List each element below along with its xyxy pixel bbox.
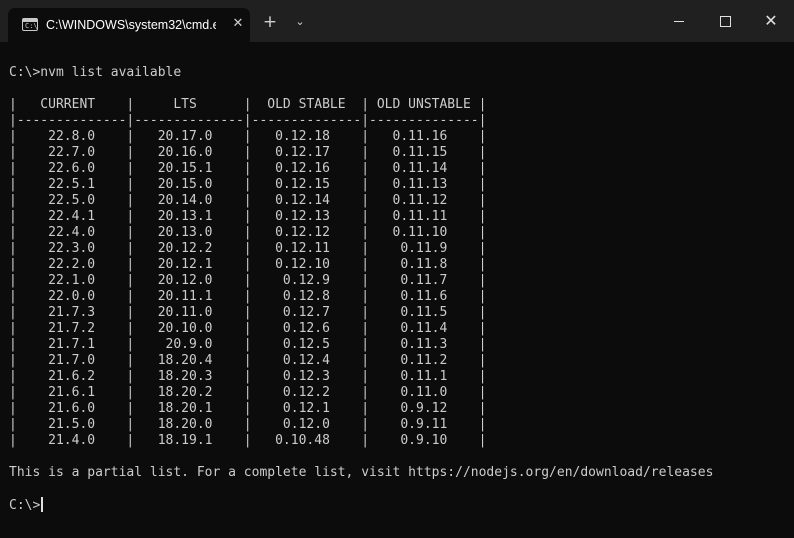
terminal-tab[interactable]: C:\ C:\WINDOWS\system32\cmd.exe ✕: [8, 8, 250, 42]
terminal-line: | 21.6.2 | 18.20.3 | 0.12.3 | 0.11.1 |: [9, 369, 487, 384]
terminal-line: | 21.4.0 | 18.19.1 | 0.10.48 | 0.9.10 |: [9, 433, 487, 448]
terminal-line: | 22.3.0 | 20.12.2 | 0.12.11 | 0.11.9 |: [9, 241, 487, 256]
terminal-line: | 22.1.0 | 20.12.0 | 0.12.9 | 0.11.7 |: [9, 273, 487, 288]
terminal-line: | 21.7.1 | 20.9.0 | 0.12.5 | 0.11.3 |: [9, 337, 487, 352]
tab-title: C:\WINDOWS\system32\cmd.exe: [46, 18, 216, 32]
terminal-line: | 22.8.0 | 20.17.0 | 0.12.18 | 0.11.16 |: [9, 129, 487, 144]
terminal-line: | 22.0.0 | 20.11.1 | 0.12.8 | 0.11.6 |: [9, 289, 487, 304]
command-prompt-icon: C:\: [22, 18, 38, 31]
text-cursor: [41, 497, 44, 512]
terminal-line: | 22.5.1 | 20.15.0 | 0.12.15 | 0.11.13 |: [9, 177, 487, 192]
terminal-line: | 22.4.0 | 20.13.0 | 0.12.12 | 0.11.10 |: [9, 225, 487, 240]
terminal-line: This is a partial list. For a complete l…: [9, 465, 714, 480]
terminal-line: | 21.5.0 | 18.20.0 | 0.12.0 | 0.9.11 |: [9, 417, 487, 432]
terminal-line: | 22.4.1 | 20.13.1 | 0.12.13 | 0.11.11 |: [9, 209, 487, 224]
prompt-line[interactable]: C:\>: [9, 497, 789, 513]
tab-close-icon[interactable]: ✕: [228, 14, 248, 34]
chevron-down-icon[interactable]: ⌄: [290, 12, 310, 32]
terminal-output[interactable]: C:\>nvm list available | CURRENT | LTS | …: [9, 65, 789, 525]
new-tab-button[interactable]: +: [260, 12, 280, 32]
terminal-line: | 21.7.2 | 20.10.0 | 0.12.6 | 0.11.4 |: [9, 321, 487, 336]
terminal-line: | 21.6.0 | 18.20.1 | 0.12.1 | 0.9.12 |: [9, 401, 487, 416]
close-window-button[interactable]: ✕: [748, 0, 794, 42]
terminal-line: | 21.7.0 | 18.20.4 | 0.12.4 | 0.11.2 |: [9, 353, 487, 368]
terminal-line: C:\>nvm list available: [9, 65, 182, 80]
title-bar: C:\ C:\WINDOWS\system32\cmd.exe ✕ + ⌄ ✕: [0, 0, 794, 42]
terminal-line: | 21.6.1 | 18.20.2 | 0.12.2 | 0.11.0 |: [9, 385, 487, 400]
maximize-button[interactable]: [702, 0, 748, 42]
prompt-text: C:\>: [9, 498, 41, 513]
terminal-line: | 22.7.0 | 20.16.0 | 0.12.17 | 0.11.15 |: [9, 145, 487, 160]
terminal-line: |--------------|--------------|---------…: [9, 113, 487, 128]
terminal-line: | 21.7.3 | 20.11.0 | 0.12.7 | 0.11.5 |: [9, 305, 487, 320]
minimize-button[interactable]: [656, 0, 702, 42]
terminal-line: | CURRENT | LTS | OLD STABLE | OLD UNSTA…: [9, 97, 487, 112]
terminal-line: | 22.6.0 | 20.15.1 | 0.12.16 | 0.11.14 |: [9, 161, 487, 176]
command-prompt-icon-glyph: C:\: [25, 22, 38, 30]
terminal-line: | 22.5.0 | 20.14.0 | 0.12.14 | 0.11.12 |: [9, 193, 487, 208]
terminal-line: | 22.2.0 | 20.12.1 | 0.12.10 | 0.11.8 |: [9, 257, 487, 272]
